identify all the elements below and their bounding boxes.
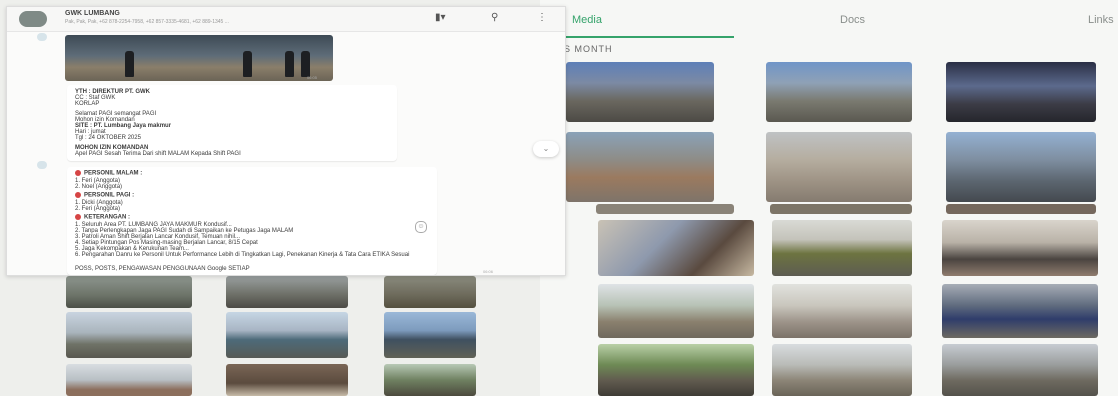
chat-photo[interactable]: [65, 35, 333, 81]
section-heading: PERSONIL PAGI :: [75, 192, 134, 200]
chat-header: GWK LUMBANG Pak, Pak, Pak, +62 878-2254-…: [7, 7, 565, 32]
scroll-down-button[interactable]: ⌄: [533, 141, 559, 157]
more-options-icon[interactable]: ⋮: [537, 12, 547, 23]
avatar[interactable]: [19, 11, 47, 27]
media-thumb[interactable]: [772, 220, 912, 276]
media-thumb[interactable]: [596, 204, 734, 214]
message-line: Tgl : 24 OKTOBER 2025: [75, 135, 141, 141]
sender-marker: [37, 33, 47, 41]
media-thumb[interactable]: [946, 204, 1096, 214]
media-thumb[interactable]: [946, 62, 1096, 122]
message-line: 2. Noel (Anggota): [75, 184, 123, 190]
tab-links[interactable]: Links: [1088, 8, 1114, 32]
search-icon[interactable]: ⚲: [491, 12, 498, 23]
message-line: 6. Pengarahan Danru ke Personil Untuk Pe…: [75, 252, 410, 258]
red-circle-icon: [75, 192, 81, 198]
media-thumb[interactable]: [772, 284, 912, 338]
left-media-thumb[interactable]: [226, 276, 348, 308]
media-thumb[interactable]: [770, 204, 912, 214]
media-thumb[interactable]: [766, 132, 912, 202]
left-media-thumb[interactable]: [226, 312, 348, 358]
active-tab-indicator: [556, 36, 734, 38]
media-thumb[interactable]: [942, 344, 1098, 396]
message-time: 06:06: [483, 269, 494, 274]
chat-participants: Pak, Pak, Pak, +62 878-2254-7958, +62 85…: [65, 19, 229, 25]
sender-marker: [37, 161, 47, 169]
photo-time: 06:05: [307, 75, 318, 80]
media-thumb[interactable]: [772, 344, 912, 396]
video-call-icon[interactable]: ▮▾: [435, 12, 446, 23]
message-bubble[interactable]: PERSONIL MALAM : 1. Feri (Anggota) 2. No…: [67, 167, 437, 275]
media-thumb[interactable]: [566, 62, 714, 122]
left-media-thumb[interactable]: [384, 276, 476, 308]
message-line: KORLAP: [75, 101, 100, 107]
media-tabs: Media Docs Links: [540, 8, 1118, 38]
chevron-down-icon: ⌄: [542, 144, 550, 153]
photo-figure: [301, 51, 310, 77]
red-circle-icon: [75, 170, 81, 176]
left-media-thumb[interactable]: [384, 364, 476, 396]
left-media-thumb[interactable]: [66, 276, 192, 308]
left-media-thumb[interactable]: [384, 312, 476, 358]
media-thumb[interactable]: [598, 284, 754, 338]
media-thumb[interactable]: [566, 132, 714, 202]
message-bubble[interactable]: YTH : DIREKTUR PT. GWK CC : Staf GWK KOR…: [67, 85, 397, 161]
chat-window: GWK LUMBANG Pak, Pak, Pak, +62 878-2254-…: [6, 6, 566, 276]
react-emoji-icon[interactable]: ☺: [415, 221, 427, 233]
photo-figure: [243, 51, 252, 77]
media-thumb[interactable]: [766, 62, 912, 122]
section-heading: PERSONIL MALAM :: [75, 170, 142, 178]
media-panel: Media Docs Links S MONTH: [540, 0, 1118, 396]
red-circle-icon: [75, 214, 81, 220]
section-label: S MONTH: [564, 44, 613, 54]
section-heading-text: PERSONIL PAGI :: [84, 192, 135, 199]
media-thumb[interactable]: [598, 344, 754, 396]
media-thumb[interactable]: [942, 284, 1098, 338]
message-line: Apel PAGI Sesah Terima Dari shift MALAM …: [75, 151, 241, 157]
message-line: 2. Feri (Anggota): [75, 206, 121, 212]
left-media-thumb[interactable]: [226, 364, 348, 396]
photo-figure: [285, 51, 294, 77]
media-thumb[interactable]: [598, 220, 754, 276]
left-media-thumb[interactable]: [66, 364, 192, 396]
tab-media[interactable]: Media: [572, 8, 602, 32]
section-heading-text: PERSONIL MALAM :: [84, 170, 143, 177]
left-media-thumb[interactable]: [66, 312, 192, 358]
tab-docs[interactable]: Docs: [840, 8, 865, 32]
section-heading-text: KETERANGAN :: [84, 214, 130, 221]
photo-figure: [125, 51, 134, 77]
section-heading: KETERANGAN :: [75, 214, 130, 222]
media-thumb[interactable]: [946, 132, 1096, 202]
media-thumb[interactable]: [942, 220, 1098, 276]
chat-title[interactable]: GWK LUMBANG: [65, 10, 120, 17]
message-line: POSS, POSTS, PENGAWASAN PENGGUNAAN Googl…: [75, 266, 250, 272]
